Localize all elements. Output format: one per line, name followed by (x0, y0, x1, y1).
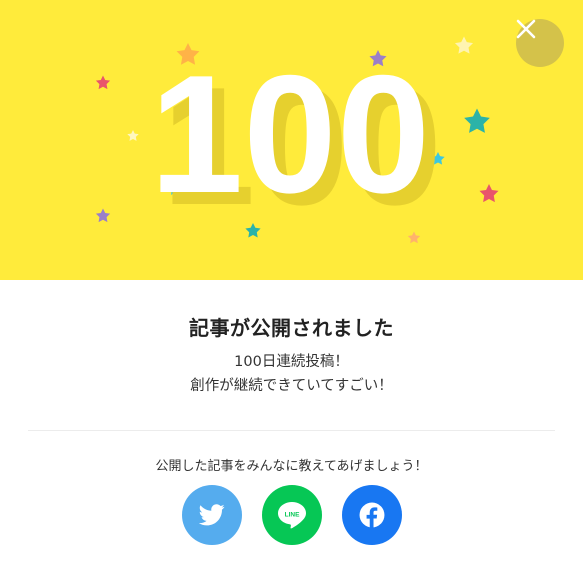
star-icon (95, 208, 111, 223)
line-icon-label: LINE (285, 512, 300, 519)
close-button[interactable] (516, 19, 564, 67)
message-line-2: 創作が継続できていてすごい！ (190, 378, 393, 394)
star-icon (95, 75, 111, 90)
star-icon (127, 130, 139, 141)
share-facebook-button[interactable] (342, 485, 402, 545)
divider (28, 430, 555, 431)
milestone-number: 100 (150, 40, 430, 228)
star-icon (464, 108, 490, 133)
star-icon (454, 36, 474, 54)
celebration-banner: 100 100 (0, 0, 583, 280)
message-line-1: 100日連続投稿！ (234, 354, 349, 370)
dialog-content: 記事が公開されました 100日連続投稿！ 創作が継続できていてすごい！ 公開した… (0, 280, 583, 584)
share-prompt: 公開した記事をみんなに教えてあげましょう！ (155, 459, 428, 474)
dialog-message: 100日連続投稿！ 創作が継続できていてすごい！ (0, 350, 583, 398)
star-icon (479, 184, 499, 203)
share-line-button[interactable]: LINE (262, 485, 322, 545)
line-icon: LINE (278, 502, 306, 529)
twitter-bird-icon (199, 504, 225, 526)
celebration-illustration: 100 100 (95, 36, 499, 244)
publish-celebration-dialog: 100 100 記事が公開されました 100日連続投稿！ 創作が継続できていてす… (0, 0, 583, 584)
share-twitter-button[interactable] (182, 485, 242, 545)
dialog-title: 記事が公開されました (189, 316, 394, 340)
close-icon (516, 19, 536, 39)
facebook-f-icon (359, 502, 385, 528)
